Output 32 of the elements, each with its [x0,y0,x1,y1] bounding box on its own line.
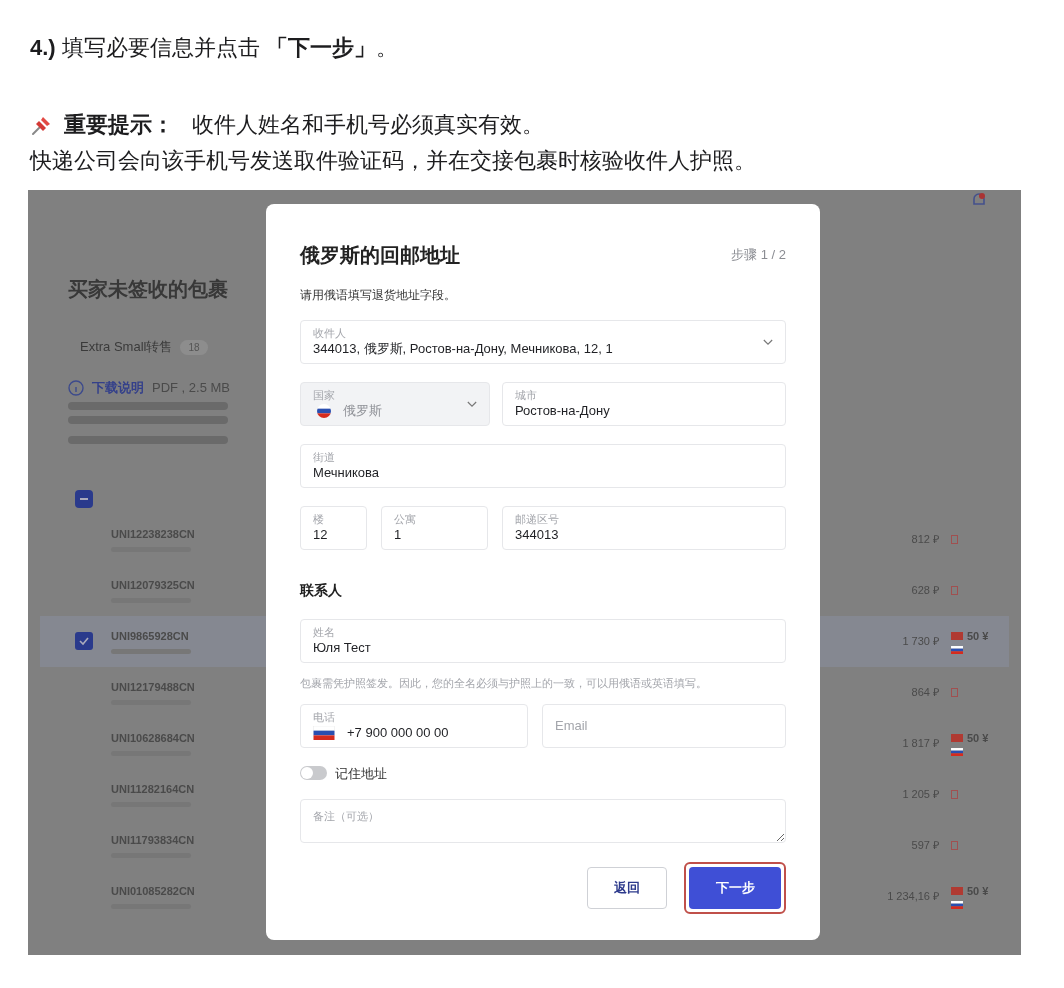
note-text: 快递公司会向该手机号发送取件验证码，并在交接包裹时核验收件人护照。 [30,147,757,175]
field-label: 街道 [313,450,336,464]
field-value: 344013, 俄罗斯, Ростов-на-Дону, Мечникова, 12, 1 [313,340,614,358]
field-label: 收件人 [313,326,347,340]
page-title: 买家未签收的包裹 [68,277,228,302]
field-value: Юля Тест [313,639,372,657]
field-label: 邮递区号 [515,512,560,526]
step-indicator: 步骤 1 / 2 [731,246,786,265]
section-heading: 联系人 [300,581,343,600]
field-value: Мечникова [313,464,381,482]
field-label: 楼 [313,512,325,526]
dialog-title: 俄罗斯的回邮地址 [300,243,460,268]
field-value: Ростов-на-Дону [515,402,611,420]
field-value: 12 [313,526,329,544]
price: 1 730 ₽ [901,633,939,649]
fee-amount: 50 ¥ [967,628,989,644]
note-text: 收件人姓名和手机号必须真实有效。 [192,111,544,139]
dialog-subtitle: 请用俄语填写退货地址字段。 [300,287,457,304]
tracking-number: UNI9865928CN [111,629,190,645]
field-label: 城市 [515,388,538,402]
field-label: 姓名 [313,625,336,639]
field-value: +7 900 000 00 00 [347,723,449,742]
step-instruction: 4.) 填写必要信息并点击 「下一步」。 [30,34,399,62]
field-hint: 包裹需凭护照签发。因此，您的全名必须与护照上的一致，可以用俄语或英语填写。 [300,676,708,691]
field-value: 1 [394,526,403,544]
field-value: 344013 [515,526,560,544]
toggle-label: 记住地址 [335,764,387,783]
field-label: 电话 [313,709,336,724]
field-label: 国家 [313,388,336,402]
note-label: 重要提示： [64,111,174,139]
field-value: 俄罗斯 [343,402,382,420]
field-label: 公寓 [394,512,417,526]
